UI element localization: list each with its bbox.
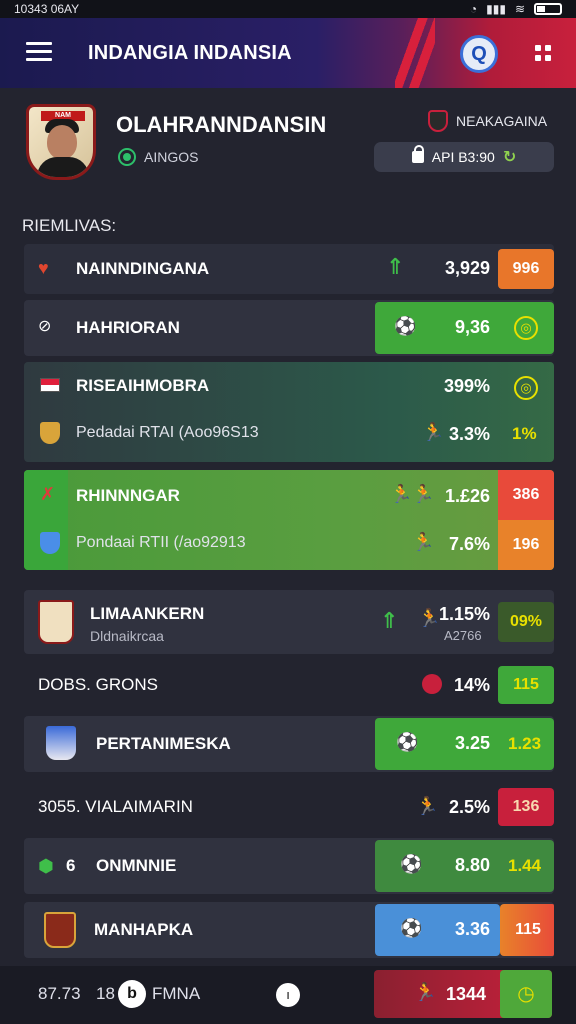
row-value: 9,36 <box>454 317 490 337</box>
brand-label: FMNA <box>152 984 201 1003</box>
row-label: MANHAPKA <box>94 920 194 939</box>
player-kick-icon: ⚽ <box>396 732 419 752</box>
heart-icon: ♥ <box>38 258 49 278</box>
bottom-value: 1344 <box>446 984 487 1004</box>
club-shield-icon <box>40 422 60 444</box>
lock-icon <box>411 145 424 163</box>
row-value: 8.80 <box>454 855 490 875</box>
list-item[interactable]: ⊘ HAHRIORAN ⚽ 9,36 ◎ <box>24 300 554 356</box>
club-chip[interactable]: NEAKAGAINA <box>428 110 547 132</box>
bottom-left-value: 87.73 <box>38 984 81 1003</box>
wifi-strength-icon: ≋ <box>514 2 525 16</box>
list-item[interactable]: RISEAIHMOBRA 399% ◎ Pedadai RTAI (Aoo96S… <box>24 362 554 462</box>
player-crest-avatar: NAM <box>26 104 96 180</box>
whistle-icon: ⊘ <box>38 318 52 335</box>
club-name: NEAKAGAINA <box>456 113 548 129</box>
bottom-mid-value: 18 <box>96 984 115 1003</box>
club-shield-icon <box>428 110 448 132</box>
row-value: 3.36 <box>454 919 490 939</box>
clock-icon[interactable]: ◷ <box>500 970 552 1018</box>
row-sub-tag: 196 <box>498 520 554 570</box>
row-label: LIMAANKERN <box>90 604 205 623</box>
row-label: PERTANIMESKA <box>96 734 231 753</box>
profile-status: AINGOS <box>118 148 198 166</box>
row-value: 14% <box>453 675 490 695</box>
row-tag: 09% <box>498 602 554 642</box>
brand-logo-icon[interactable]: b <box>118 980 146 1008</box>
row-tag: 1.23 <box>508 734 542 753</box>
profile-sub-label: AINGOS <box>144 149 199 165</box>
status-time: 10343 06AY <box>14 2 80 16</box>
ball-icon: ◎ <box>514 376 538 400</box>
list-item[interactable]: LIMAANKERN Dldnaikrcaa ⇑ 🏃 1.15% A2766 0… <box>24 590 554 654</box>
row-sub-value: 7.6% <box>448 534 490 554</box>
status-icons: ◔ ▮▮▮ ≋ <box>470 2 562 16</box>
list-item[interactable]: PERTANIMESKA ⚽ 3.25 1.23 <box>24 716 554 772</box>
row-value: 1.15% <box>438 604 490 624</box>
signal-icon: ▮▮▮ <box>486 2 506 16</box>
row-tag: 1.44 <box>508 856 542 875</box>
club-shield-icon <box>46 726 76 760</box>
row-label: 3055. VIALAIMARIN <box>38 797 193 816</box>
player-kick-icon: ⚽ <box>394 316 417 336</box>
bottom-bar: 87.73 18 b FMNA ı 🏃 1344 ◷ <box>0 966 576 1024</box>
row-tag: 386 <box>498 470 554 520</box>
battery-icon <box>534 3 562 15</box>
player-avatar <box>38 600 74 644</box>
list-item[interactable]: ⬢ 6 ONMNNIE ⚽ 8.80 1.44 <box>24 838 554 894</box>
row-sub-label: Pedadai RTAI (Aoo96S13 <box>76 424 259 441</box>
row-tag: 115 <box>498 666 554 704</box>
row-value: 399% <box>443 376 490 396</box>
row-prefix: 6 <box>66 856 76 875</box>
row-label: ONMNNIE <box>96 856 177 875</box>
row-label: RISEAIHMOBRA <box>76 376 210 395</box>
wifi-icon: ◔ <box>469 2 478 16</box>
list-item[interactable]: MANHAPKA ⚽ 3.36 115 <box>24 902 554 958</box>
list-item[interactable]: ✗ RHINNNGAR 🏃🏃 1.£26 386 Pondaai RTII (/… <box>24 470 554 570</box>
row-label: RHINNNGAR <box>76 486 180 505</box>
row-tag: 1% <box>512 424 537 443</box>
row-tag: 996 <box>498 249 554 289</box>
section-label: RIEMLIVAS: <box>22 216 117 235</box>
list-item[interactable]: ♥ NAINNDINGANA ⇑ 3,929 996 <box>24 244 554 294</box>
online-status-icon <box>118 148 136 166</box>
apps-grid-icon[interactable] <box>535 45 551 61</box>
row-sub-label: Dldnaikrcaa <box>90 628 164 644</box>
row-value: 3,929 <box>444 258 490 278</box>
row-sub-label: Pondaai RTII (/ao92913 <box>76 534 246 551</box>
row-label: DOBS. GRONS <box>38 675 158 694</box>
club-shield-icon <box>44 912 76 948</box>
refresh-icon[interactable]: ↻ <box>503 147 516 167</box>
row-value: 2.5% <box>448 797 490 817</box>
list-item[interactable]: 3055. VIALAIMARIN 🏃 2.5% 136 <box>24 782 554 832</box>
row-label: NAINNDINGANA <box>76 259 210 278</box>
api-chip[interactable]: API B3:90 ↻ <box>374 142 554 172</box>
profile-name: OLAHRANNDANSIN <box>116 112 327 137</box>
status-bar: 10343 06AY ◔ ▮▮▮ ≋ <box>0 0 576 18</box>
search-icon[interactable]: Q <box>460 35 498 73</box>
row-tag: 136 <box>498 788 554 826</box>
app-title: INDANGIA INDANSIA <box>88 42 292 64</box>
api-label: API B3:90 <box>431 149 495 165</box>
arrow-up-icon: ⇑ <box>380 608 399 633</box>
row-sub-value: 3.3% <box>448 424 490 444</box>
decorative-stripes <box>395 18 435 88</box>
player-icon: 🏃 <box>414 982 437 1002</box>
home-icon[interactable]: ı <box>276 983 300 1007</box>
shield-check-icon: ⬢ <box>38 856 54 876</box>
row-value: 3.25 <box>454 733 490 753</box>
row-label: HAHRIORAN <box>76 318 180 337</box>
row-tag: 115 <box>500 904 554 956</box>
club-shield-icon <box>40 532 60 554</box>
ball-icon: ◎ <box>514 316 538 340</box>
menu-icon[interactable] <box>26 42 52 62</box>
row-sub-value: A2766 <box>444 628 482 643</box>
red-x-icon: ✗ <box>40 484 56 504</box>
flag-icon <box>40 378 60 392</box>
row-value: 1.£26 <box>444 486 490 506</box>
arrow-up-icon: ⇑ <box>386 254 405 279</box>
app-bar: INDANGIA INDANSIA Q <box>0 18 576 88</box>
profile-header: NAM OLAHRANNDANSIN AINGOS NEAKAGAINA API… <box>0 88 576 198</box>
list-item[interactable]: DOBS. GRONS 14% 115 <box>24 660 554 710</box>
